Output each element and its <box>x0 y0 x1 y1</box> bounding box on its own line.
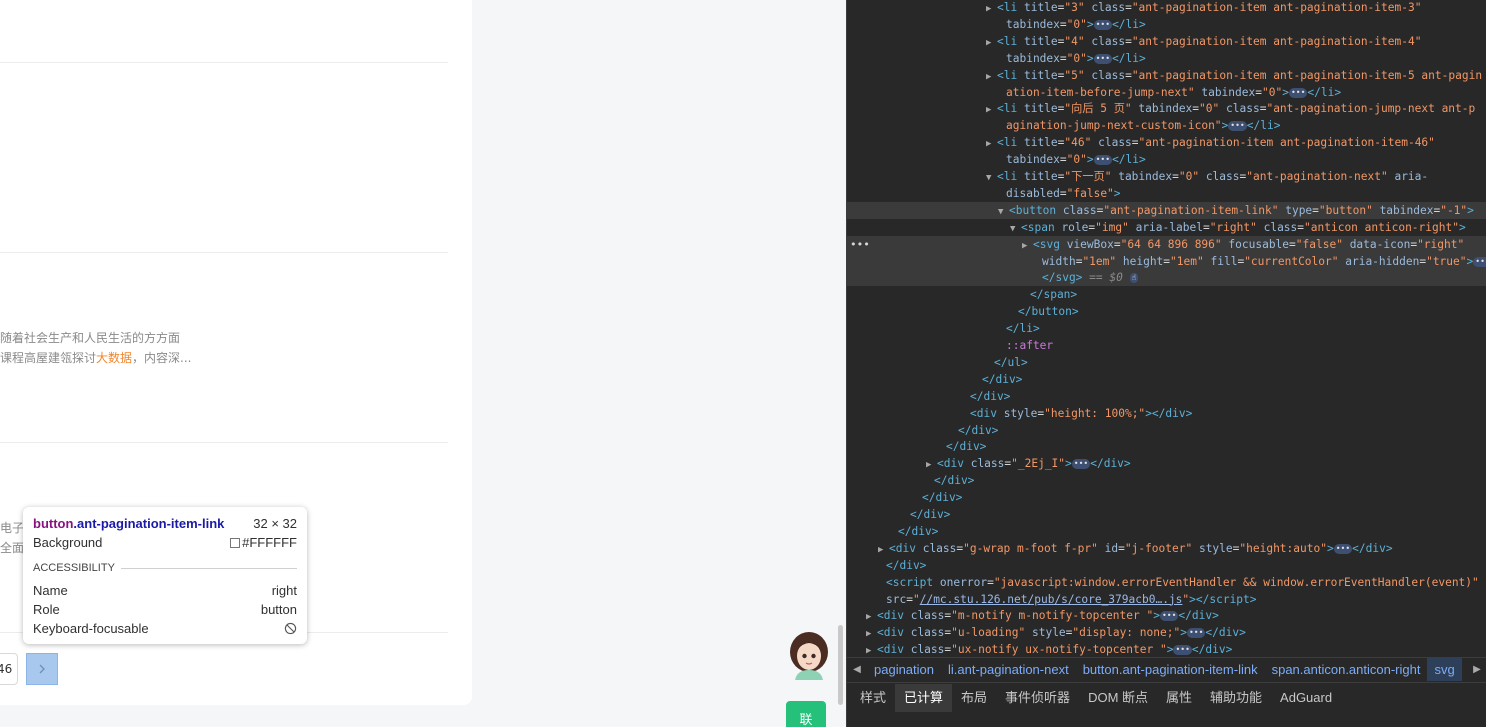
breadcrumb-item[interactable]: pagination <box>867 662 941 677</box>
dom-node-line[interactable]: ▶ <li title="3" class="ant-pagination-ite… <box>847 0 1486 16</box>
breadcrumb-item[interactable]: span.anticon.anticon-right <box>1265 662 1428 677</box>
dom-node-line[interactable]: </button> <box>847 303 1486 320</box>
girl-avatar-icon <box>790 632 828 680</box>
assistant-avatar[interactable] <box>786 630 832 680</box>
chevron-right-icon <box>39 664 45 674</box>
course-snippet-line: 全面 <box>0 541 25 555</box>
tooltip-background-row: Background #FFFFFF <box>33 533 297 552</box>
dom-node-line[interactable]: ation-item-before-jump-next" tabindex="0… <box>847 84 1486 101</box>
dom-node-line[interactable]: ::after <box>847 337 1486 354</box>
devtools-panel: ▶ <li title="3" class="ant-pagination-ite… <box>846 0 1486 727</box>
more-options-icon[interactable]: ••• <box>850 236 870 253</box>
dom-node-line[interactable]: ▶ <li title="4" class="ant-pagination-ite… <box>847 33 1486 50</box>
devtools-tab[interactable]: 已计算 <box>895 683 953 712</box>
devtools-tab[interactable]: 事件侦听器 <box>996 684 1079 712</box>
dom-node-line[interactable]: width="1em" height="1em" fill="currentCo… <box>847 252 1486 270</box>
pagination-next-button[interactable] <box>26 653 58 685</box>
dom-node-line[interactable]: ▶ <svg viewBox="64 64 896 896" focusable=… <box>847 235 1486 253</box>
dom-node-line[interactable]: </div> <box>847 557 1486 574</box>
dom-node-line[interactable]: ▶ <div class="u-loading" style="display: … <box>847 624 1486 641</box>
breadcrumb-item[interactable]: li.ant-pagination-next <box>941 662 1076 677</box>
dom-node-line[interactable]: tabindex="0"> ••• </li> <box>847 16 1486 33</box>
dom-node-line[interactable]: disabled="false"> <box>847 185 1486 202</box>
dom-node-line[interactable]: </ul> <box>847 354 1486 371</box>
dom-node-line[interactable]: </div> <box>847 472 1486 489</box>
devtools-tab[interactable]: 属性 <box>1157 684 1201 712</box>
breadcrumb: ◀ pagination li.ant-pagination-next button… <box>847 657 1486 681</box>
dom-node-line[interactable]: src="//mc.stu.126.net/pub/s/core_379acb0… <box>847 591 1486 608</box>
pagination-page-46[interactable]: 46 <box>0 653 18 685</box>
devtools-tab[interactable]: 样式 <box>851 684 895 712</box>
tooltip-dimensions: 32 × 32 <box>253 516 297 531</box>
course-snippet-line: 随着社会生产和人民生活的方方面 <box>0 331 181 345</box>
web-page: 随着社会生产和人民生活的方方面 课程高屋建瓴探讨大数据，内容深... 电子 全面… <box>0 0 846 727</box>
blocked-circle-icon <box>284 622 297 635</box>
dom-node-line[interactable]: agination-jump-next-custom-icon"> ••• </li… <box>847 117 1486 134</box>
page-scrollbar[interactable] <box>838 625 843 705</box>
devtools-tab[interactable]: DOM 断点 <box>1079 684 1157 712</box>
dom-node-line[interactable]: ▶ <div class="g-wrap m-foot f-pr" id="j-f… <box>847 540 1486 557</box>
tooltip-header: button.ant-pagination-item-link 32 × 32 <box>33 514 297 533</box>
dom-node-line[interactable]: </div> <box>847 489 1486 506</box>
dom-node-line[interactable]: ▼ <span role="img" aria-label="right" cla… <box>847 219 1486 236</box>
accessibility-section-title: ACCESSIBILITY <box>33 560 297 576</box>
dom-node-line[interactable]: </div> <box>847 422 1486 439</box>
dom-node-line[interactable]: </li> <box>847 320 1486 337</box>
list-divider <box>0 62 448 63</box>
breadcrumb-item[interactable]: svg <box>1427 658 1462 681</box>
dom-node-line[interactable]: </svg> == $0 ☝ <box>847 269 1486 287</box>
dom-node-line[interactable]: ▶ <div class="m-notify m-notify-topcenter… <box>847 607 1486 624</box>
dom-node-line[interactable]: ▶ <li title="46" class="ant-pagination-it… <box>847 134 1486 151</box>
dom-node-line[interactable]: <script onerror="javascript:window.error… <box>847 574 1486 591</box>
snippet-text: ，内容深... <box>132 351 192 365</box>
tooltip-role-row: Role button <box>33 602 297 617</box>
dom-node-line[interactable]: </div> <box>847 371 1486 388</box>
snippet-highlight: 大数据 <box>96 351 133 365</box>
sidebar-tabs: 样式 已计算 布局 事件侦听器 DOM 断点 属性 辅助功能 AdGuard <box>847 682 1486 712</box>
color-swatch <box>230 538 241 548</box>
dom-node-line[interactable]: </div> <box>847 388 1486 405</box>
caret-right-icon[interactable]: ▶ <box>1467 664 1486 675</box>
contact-button[interactable]: 联 <box>786 701 826 727</box>
dom-node-line[interactable]: </div> <box>847 438 1486 455</box>
dom-node-line[interactable]: ▼ <li title="下一页" tabindex="0" class="ant… <box>847 168 1486 185</box>
dom-node-line[interactable]: </span> <box>847 286 1486 303</box>
dom-node-line[interactable]: ▶ <div class="_2Ej_I"> ••• </div> <box>847 455 1486 472</box>
inspect-tooltip: button.ant-pagination-item-link 32 × 32 … <box>23 507 307 644</box>
devtools-tab[interactable]: AdGuard <box>1271 684 1341 712</box>
list-divider <box>0 252 448 253</box>
devtools-tab[interactable]: 布局 <box>952 684 996 712</box>
dom-node-line[interactable]: tabindex="0"> ••• </li> <box>847 151 1486 168</box>
dom-node-line[interactable]: </div> <box>847 523 1486 540</box>
dom-node-line[interactable]: <div style="height: 100%;"></div> <box>847 405 1486 422</box>
devtools-tab[interactable]: 辅助功能 <box>1201 684 1271 712</box>
elements-tree: ▶ <li title="3" class="ant-pagination-ite… <box>847 0 1486 656</box>
dom-node-line[interactable]: tabindex="0"> ••• </li> <box>847 50 1486 67</box>
breadcrumb-item[interactable]: button.ant-pagination-item-link <box>1076 662 1265 677</box>
background-label: Background <box>33 535 103 550</box>
dom-node-line[interactable]: </div> <box>847 506 1486 523</box>
dom-node-line[interactable]: ▶ <li title="5" class="ant-pagination-ite… <box>847 67 1486 84</box>
breadcrumb-list: pagination li.ant-pagination-next button.a… <box>867 658 1467 681</box>
devtools-bottom <box>847 712 1486 727</box>
list-divider <box>0 442 448 443</box>
caret-left-icon[interactable]: ◀ <box>847 664 867 675</box>
tooltip-element-name: button.ant-pagination-item-link <box>33 516 225 531</box>
tooltip-name-row: Name right <box>33 583 297 598</box>
snippet-text: 课程高屋建瓴探讨 <box>0 351 97 365</box>
background-value: #FFFFFF <box>230 535 297 550</box>
dom-node-line[interactable]: ▶ <div class="ux-notify ux-notify-topcent… <box>847 641 1486 658</box>
dom-node-line[interactable]: ▶ <li title="向后 5 页" tabindex="0" class="… <box>847 100 1486 117</box>
dom-node-line[interactable]: ▼ <button class="ant-pagination-item-link… <box>847 201 1486 219</box>
course-snippet-line: 电子 <box>0 521 25 535</box>
tooltip-focusable-row: Keyboard-focusable <box>33 619 297 638</box>
course-snippet-line: 课程高屋建瓴探讨大数据，内容深... <box>0 349 191 366</box>
